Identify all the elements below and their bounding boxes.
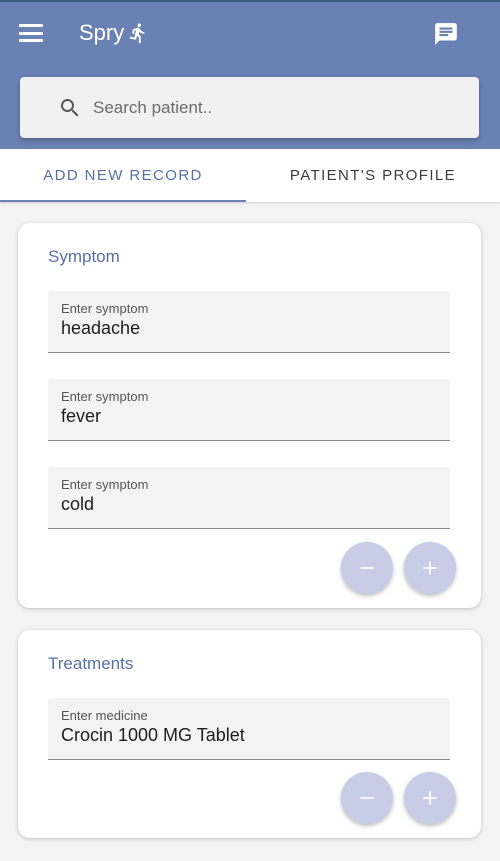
add-symptom-button[interactable] <box>404 542 456 594</box>
medicine-field-label: Enter medicine <box>61 708 148 723</box>
app-title-text: Spry <box>79 20 125 45</box>
symptom-field-value[interactable]: cold <box>61 494 431 515</box>
search-input[interactable] <box>93 97 473 118</box>
add-medicine-button[interactable] <box>404 772 456 824</box>
plus-icon <box>423 791 437 805</box>
tab-add-new-record[interactable]: ADD NEW RECORD <box>0 149 246 202</box>
tab-bar: ADD NEW RECORD PATIENT'S PROFILE <box>0 149 500 202</box>
treatments-section-title: Treatments <box>48 654 134 673</box>
symptom-field-label: Enter symptom <box>61 477 149 492</box>
tab-patients-profile[interactable]: PATIENT'S PROFILE <box>246 149 500 202</box>
search-icon <box>61 98 79 116</box>
menu-icon[interactable] <box>18 22 44 44</box>
search-bar <box>20 77 479 138</box>
symptom-section-title: Symptom <box>48 247 120 266</box>
symptom-field-label: Enter symptom <box>61 389 149 404</box>
treatments-card: Treatments Enter medicine Crocin 1000 MG… <box>18 630 481 838</box>
symptom-field[interactable]: Enter symptom headache <box>48 291 450 353</box>
medicine-field-value[interactable]: Crocin 1000 MG Tablet <box>61 725 431 746</box>
minus-icon <box>360 567 374 569</box>
running-person-icon <box>129 23 145 44</box>
symptom-field[interactable]: Enter symptom fever <box>48 379 450 441</box>
app-title: Spry <box>79 20 149 46</box>
symptom-field[interactable]: Enter symptom cold <box>48 467 450 529</box>
symptom-field-value[interactable]: fever <box>61 406 431 427</box>
symptom-field-value[interactable]: headache <box>61 318 431 339</box>
remove-medicine-button[interactable] <box>341 772 393 824</box>
symptom-card: Symptom Enter symptom headache Enter sym… <box>18 223 481 608</box>
medicine-field[interactable]: Enter medicine Crocin 1000 MG Tablet <box>48 698 450 760</box>
chat-icon[interactable] <box>433 21 459 47</box>
app-bar: Spry <box>0 0 500 149</box>
minus-icon <box>360 797 374 799</box>
plus-icon <box>423 561 437 575</box>
symptom-field-label: Enter symptom <box>61 301 149 316</box>
remove-symptom-button[interactable] <box>341 542 393 594</box>
